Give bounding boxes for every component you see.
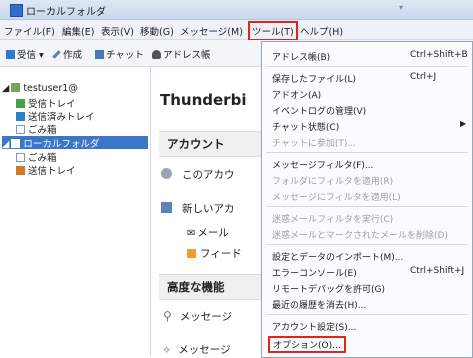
folder-trash[interactable]: ごみ箱 bbox=[16, 122, 57, 136]
menu-item-options[interactable]: オプション(O)... bbox=[262, 336, 472, 353]
local-folder-icon bbox=[11, 139, 21, 148]
menu-item-apply-filters-folder[interactable]: フォルダにフィルタを適用(R) bbox=[262, 172, 472, 188]
menu-message[interactable]: メッセージ(M) bbox=[180, 24, 243, 38]
trash-icon bbox=[16, 125, 25, 134]
submenu-arrow-icon: ▶ bbox=[460, 119, 467, 128]
menu-go[interactable]: 移動(G) bbox=[140, 24, 174, 38]
sent-icon bbox=[16, 112, 25, 121]
menu-item-chat-status[interactable]: チャット状態(C) ▶ bbox=[262, 118, 472, 134]
menu-item-remote-debug[interactable]: リモートデバッグを許可(G) bbox=[262, 280, 472, 296]
folder-outbox[interactable]: 送信トレイ bbox=[16, 163, 76, 177]
app-icon bbox=[10, 4, 23, 17]
contacts-icon bbox=[152, 50, 161, 59]
row-message-filter[interactable]: ⟡ メッセージ bbox=[163, 342, 231, 357]
trash-icon bbox=[16, 153, 25, 162]
minimize-button[interactable] bbox=[362, 1, 388, 15]
search-icon: ⚲ bbox=[163, 309, 172, 323]
chat-button[interactable]: チャット bbox=[95, 47, 144, 61]
chevron-down-icon[interactable]: ▾ bbox=[399, 3, 403, 12]
row-new-account[interactable]: 新しいアカ bbox=[161, 201, 235, 216]
addressbook-button[interactable]: アドレス帳 bbox=[152, 47, 211, 61]
menu-item-join-chat[interactable]: チャットに参加(T)... bbox=[262, 134, 472, 150]
account-icon bbox=[11, 83, 21, 92]
menu-file[interactable]: ファイル(F) bbox=[4, 24, 55, 38]
receive-button[interactable]: 受信 ▾ bbox=[6, 47, 44, 61]
menu-item-error-console[interactable]: エラーコンソール(E) Ctrl+Shift+J bbox=[262, 264, 472, 280]
folder-local[interactable]: ◢ ローカルフォルダ bbox=[2, 136, 148, 150]
menu-item-event-log[interactable]: イベントログの管理(V) bbox=[262, 102, 472, 118]
folder-trash-local[interactable]: ごみ箱 bbox=[16, 150, 57, 164]
menu-help[interactable]: ヘルプ(H) bbox=[300, 24, 343, 38]
menu-separator bbox=[266, 314, 468, 315]
compose-button[interactable]: 作成 bbox=[52, 47, 82, 61]
window-title: ローカルフォルダ bbox=[26, 7, 106, 18]
menu-view[interactable]: 表示(V) bbox=[101, 24, 134, 38]
folder-sent[interactable]: 送信済みトレイ bbox=[16, 109, 95, 123]
download-icon bbox=[6, 50, 15, 59]
folder-inbox[interactable]: 受信トレイ bbox=[16, 96, 76, 110]
menu-item-addressbook[interactable]: アドレス帳(B) Ctrl+Shift+B bbox=[262, 48, 472, 64]
row-message-search[interactable]: ⚲ メッセージ bbox=[163, 309, 232, 324]
gear-icon bbox=[161, 168, 172, 179]
tools-menu: アドレス帳(B) Ctrl+Shift+B 保存したファイル(L) Ctrl+J ア… bbox=[261, 41, 473, 358]
menu-separator bbox=[266, 244, 468, 245]
menu-item-clear-history[interactable]: 最近の履歴を消去(H)... bbox=[262, 296, 472, 312]
menu-tools[interactable]: ツール(T) bbox=[248, 21, 298, 41]
menu-edit[interactable]: 編集(E) bbox=[62, 24, 94, 38]
pencil-icon bbox=[52, 50, 61, 59]
filter-icon: ⟡ bbox=[163, 343, 171, 356]
menu-item-message-filters[interactable]: メッセージフィルタ(F)... bbox=[262, 156, 472, 172]
menu-separator bbox=[266, 66, 468, 67]
menu-bar: ファイル(F) 編集(E) 表示(V) 移動(G) メッセージ(M) ツール(T… bbox=[0, 20, 473, 41]
folder-account[interactable]: ◢ testuser1@ bbox=[2, 83, 78, 94]
outbox-icon bbox=[16, 166, 25, 175]
chat-icon bbox=[95, 50, 104, 59]
folder-pane: ◢ testuser1@ 受信トレイ 送信済みトレイ ごみ箱 ◢ ローカルフォルダ … bbox=[0, 67, 151, 356]
menu-item-saved-files[interactable]: 保存したファイル(L) Ctrl+J bbox=[262, 70, 472, 86]
link-feed[interactable]: フィード bbox=[187, 246, 242, 261]
title-bar: ローカルフォルダ ▾ bbox=[0, 0, 473, 20]
menu-item-addons[interactable]: アドオン(A) bbox=[262, 86, 472, 102]
menu-item-apply-filters-message[interactable]: メッセージにフィルタを適用(L) bbox=[262, 188, 472, 204]
rss-icon bbox=[187, 249, 196, 258]
menu-item-run-junk-filter[interactable]: 迷惑メールフィルタを実行(C) bbox=[262, 210, 472, 226]
menu-separator bbox=[266, 206, 468, 207]
inbox-icon bbox=[16, 99, 25, 108]
menu-item-delete-junk[interactable]: 迷惑メールとマークされたメールを削除(D) bbox=[262, 226, 472, 242]
menu-separator bbox=[266, 152, 468, 153]
link-mail[interactable]: ✉ メール bbox=[187, 225, 229, 240]
page-title: Thunderbi bbox=[160, 91, 247, 109]
menu-item-import[interactable]: 設定とデータのインポート(M)... bbox=[262, 248, 472, 264]
new-account-icon bbox=[161, 202, 172, 213]
menu-item-account-settings[interactable]: アカウント設定(S)... bbox=[262, 318, 472, 334]
row-this-account[interactable]: このアカウ bbox=[161, 167, 235, 182]
mail-icon: ✉ bbox=[187, 228, 196, 239]
